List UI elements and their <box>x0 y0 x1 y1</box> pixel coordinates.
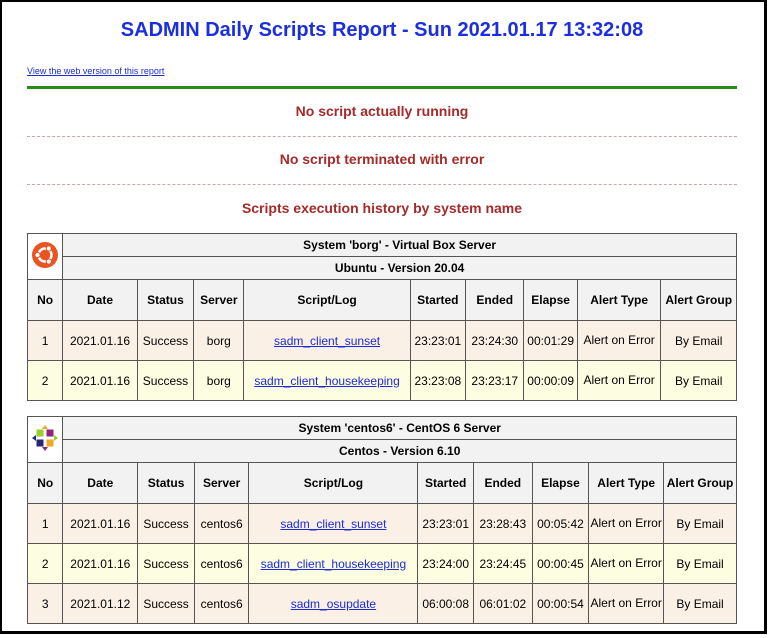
col-server: Server <box>193 279 245 321</box>
col-no: No <box>26 279 64 321</box>
cell-elapse: 00:00:45 <box>531 543 590 584</box>
col-alert-group: Alert Group <box>660 279 737 321</box>
col-server: Server <box>193 462 250 504</box>
script-log-link[interactable]: sadm_client_housekeeping <box>254 374 399 388</box>
cell-date: 2021.01.16 <box>62 503 139 544</box>
col-alert-type: Alert Type <box>588 462 665 504</box>
cell-alert-group: By Email <box>660 360 737 401</box>
cell-started: 23:24:00 <box>417 543 474 584</box>
cell-elapse: 00:05:42 <box>531 503 590 544</box>
col-ended: Ended <box>472 462 533 504</box>
no-running-message: No script actually running <box>295 103 469 119</box>
cell-script: sadm_client_sunset <box>248 503 419 544</box>
cell-server: centos6 <box>193 543 250 584</box>
col-status: Status <box>137 462 195 504</box>
cell-elapse: 00:00:54 <box>531 583 590 624</box>
cell-started: 23:23:01 <box>409 320 467 361</box>
system-logo <box>26 233 64 280</box>
cell-ended: 23:24:30 <box>465 320 525 361</box>
col-date: Date <box>62 462 139 504</box>
cell-alert-type: Alert on Error <box>576 320 662 361</box>
cell-status: Success <box>136 320 195 361</box>
cell-no: 3 <box>26 583 64 624</box>
col-script: Script/Log <box>243 279 411 321</box>
system-os-version: Ubuntu - Version 20.04 <box>62 256 737 280</box>
cell-alert-type: Alert on Error <box>576 360 662 401</box>
cell-alert-group: By Email <box>663 583 737 624</box>
cell-server: centos6 <box>193 583 250 624</box>
col-date: Date <box>62 279 138 321</box>
script-log-link[interactable]: sadm_osupdate <box>291 597 376 611</box>
col-status: Status <box>136 279 195 321</box>
cell-elapse: 00:01:29 <box>523 320 578 361</box>
table-row: 1 2021.01.16 Success borg sadm_client_su… <box>26 320 737 361</box>
cell-no: 1 <box>26 503 64 544</box>
cell-alert-group: By Email <box>660 320 737 361</box>
cell-status: Success <box>137 543 195 584</box>
system-table-borg: System 'borg' - Virtual Box Server Ubunt… <box>26 233 737 401</box>
cell-no: 2 <box>26 543 64 584</box>
ubuntu-logo-icon <box>31 242 59 272</box>
col-elapse: Elapse <box>531 462 590 504</box>
cell-status: Success <box>137 583 195 624</box>
system-title: System 'centos6' - CentOS 6 Server <box>62 416 737 440</box>
cell-status: Success <box>136 360 195 401</box>
col-started: Started <box>409 279 467 321</box>
table-row: 2 2021.01.16 Success centos6 sadm_client… <box>26 543 737 584</box>
system-title: System 'borg' - Virtual Box Server <box>62 233 737 257</box>
dotted-divider <box>27 184 737 185</box>
cell-date: 2021.01.16 <box>62 360 138 401</box>
col-ended: Ended <box>465 279 525 321</box>
cell-ended: 23:24:45 <box>472 543 533 584</box>
script-log-link[interactable]: sadm_client_sunset <box>280 517 386 531</box>
cell-ended: 06:01:02 <box>472 583 533 624</box>
cell-no: 2 <box>26 360 64 401</box>
cell-alert-type: Alert on Error <box>588 503 665 544</box>
col-elapse: Elapse <box>523 279 578 321</box>
cell-script: sadm_osupdate <box>248 583 419 624</box>
col-script: Script/Log <box>248 462 419 504</box>
script-log-link[interactable]: sadm_client_sunset <box>274 334 380 348</box>
cell-date: 2021.01.12 <box>62 583 139 624</box>
table-row: 3 2021.01.12 Success centos6 sadm_osupda… <box>26 583 737 624</box>
cell-no: 1 <box>26 320 64 361</box>
table-row: 1 2021.01.16 Success centos6 sadm_client… <box>26 503 737 544</box>
cell-date: 2021.01.16 <box>62 543 139 584</box>
cell-alert-type: Alert on Error <box>588 583 665 624</box>
cell-elapse: 00:00:09 <box>523 360 578 401</box>
green-divider <box>27 86 737 89</box>
web-version-link[interactable]: View the web version of this report <box>27 66 164 76</box>
cell-script: sadm_client_housekeeping <box>243 360 411 401</box>
col-alert-group: Alert Group <box>663 462 737 504</box>
col-no: No <box>26 462 64 504</box>
col-started: Started <box>417 462 474 504</box>
cell-started: 23:23:01 <box>417 503 474 544</box>
system-table-centos6: System 'centos6' - CentOS 6 Server Cento… <box>26 416 737 624</box>
cell-server: borg <box>193 320 245 361</box>
table-row: 2 2021.01.16 Success borg sadm_client_ho… <box>26 360 737 401</box>
cell-script: sadm_client_housekeeping <box>248 543 419 584</box>
cell-script: sadm_client_sunset <box>243 320 411 361</box>
centos-logo-icon <box>32 425 59 454</box>
cell-server: centos6 <box>193 503 250 544</box>
no-error-message: No script terminated with error <box>279 151 485 167</box>
cell-started: 06:00:08 <box>417 583 474 624</box>
col-alert-type: Alert Type <box>576 279 662 321</box>
history-heading: Scripts execution history by system name <box>241 200 523 216</box>
dotted-divider <box>27 136 737 137</box>
system-os-version: Centos - Version 6.10 <box>62 439 737 463</box>
cell-server: borg <box>193 360 245 401</box>
report-title: SADMIN Daily Scripts Report - Sun 2021.0… <box>120 19 644 41</box>
cell-status: Success <box>137 503 195 544</box>
cell-alert-group: By Email <box>663 543 737 584</box>
cell-ended: 23:28:43 <box>472 503 533 544</box>
system-logo <box>26 416 64 463</box>
cell-ended: 23:23:17 <box>465 360 525 401</box>
script-log-link[interactable]: sadm_client_housekeeping <box>261 557 406 571</box>
cell-started: 23:23:08 <box>409 360 467 401</box>
cell-alert-group: By Email <box>663 503 737 544</box>
cell-date: 2021.01.16 <box>62 320 138 361</box>
cell-alert-type: Alert on Error <box>588 543 665 584</box>
